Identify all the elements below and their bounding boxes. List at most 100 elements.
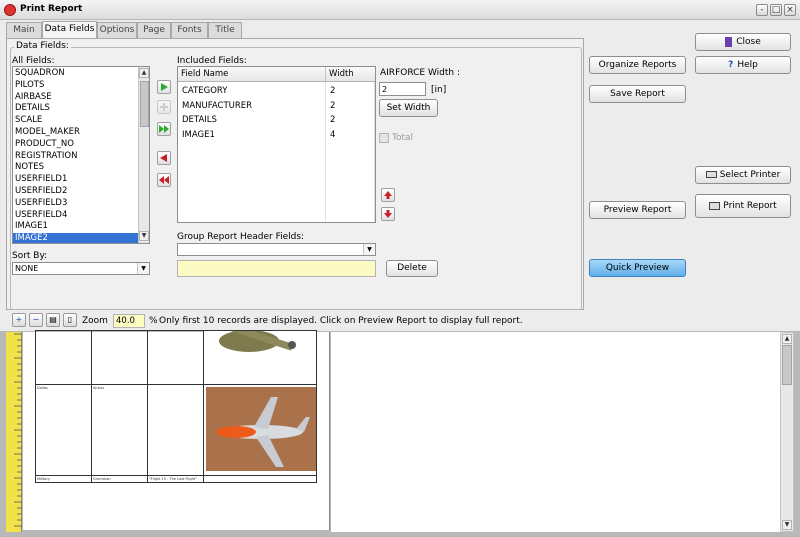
preview-cell <box>91 384 148 476</box>
list-item[interactable]: USERFIELD2 <box>13 186 138 198</box>
add-field-button[interactable] <box>157 80 171 94</box>
field-width-input[interactable]: 2 <box>379 82 426 96</box>
zoom-input[interactable]: 40.0 <box>113 314 145 328</box>
arrow-right-icon <box>161 83 168 91</box>
list-item[interactable]: USERFIELD4 <box>13 210 138 222</box>
zoom-in-icon[interactable]: + <box>12 313 26 327</box>
table-cell-field-name[interactable]: DETAILS <box>178 113 325 127</box>
delete-button[interactable]: Delete <box>386 260 438 277</box>
list-item[interactable]: USERFIELD3 <box>13 198 138 210</box>
width-unit-label: [in] <box>431 85 447 95</box>
scroll-up-icon[interactable]: ▲ <box>782 334 792 344</box>
select-printer-button[interactable]: Select Printer <box>695 166 791 184</box>
set-width-button[interactable]: Set Width <box>379 99 438 117</box>
preview-cell <box>91 330 148 385</box>
close-button[interactable]: Close <box>695 33 791 51</box>
fit-width-icon[interactable]: ▤ <box>46 313 60 327</box>
total-checkbox[interactable] <box>379 133 389 143</box>
scroll-thumb[interactable] <box>140 81 149 127</box>
arrow-left-icon <box>160 154 167 162</box>
sort-by-dropdown[interactable]: NONE ▼ <box>12 262 150 275</box>
all-fields-scrollbar[interactable]: ▲ ▼ <box>138 67 149 243</box>
preview-cell <box>203 475 317 483</box>
remove-all-fields-button[interactable] <box>157 173 171 187</box>
list-item[interactable]: PRODUCT_NO <box>13 139 138 151</box>
list-item[interactable]: SCALE <box>13 115 138 127</box>
close-label: Close <box>736 37 761 47</box>
preview-cell <box>35 330 92 385</box>
preview-text: Dallas <box>37 386 48 390</box>
column-header-width[interactable]: Width <box>326 67 375 82</box>
tab-options[interactable]: Options <box>97 22 137 38</box>
move-down-button[interactable] <box>381 207 395 221</box>
double-arrow-left-icon <box>159 176 169 184</box>
tab-data-fields[interactable]: Data Fields <box>42 21 97 39</box>
column-header-field-name[interactable]: Field Name <box>178 67 326 82</box>
list-item[interactable]: USERFIELD1 <box>13 174 138 186</box>
list-item[interactable]: MODEL_MAKER <box>13 127 138 139</box>
list-item[interactable]: SQUADRON <box>13 68 138 80</box>
fit-page-icon[interactable]: ▯ <box>63 313 77 327</box>
close-window-button[interactable]: × <box>784 4 796 16</box>
window-title: Print Report <box>20 4 83 14</box>
printer-icon <box>709 201 721 210</box>
scroll-thumb[interactable] <box>782 345 792 385</box>
preview-cell <box>147 384 204 476</box>
field-width-label: AIRFORCE Width : <box>380 68 461 78</box>
zoom-out-icon[interactable]: − <box>29 313 43 327</box>
tab-main[interactable]: Main <box>6 22 42 38</box>
door-icon <box>725 36 733 47</box>
table-cell-width[interactable]: 4 <box>326 128 374 142</box>
table-cell-field-name[interactable]: CATEGORY <box>178 84 325 98</box>
all-fields-label: All Fields: <box>12 56 55 66</box>
print-report-button[interactable]: Print Report <box>695 194 791 218</box>
arrow-up-icon <box>384 191 392 199</box>
title-bar: Print Report - □ × <box>0 0 800 20</box>
tab-title[interactable]: Title <box>208 22 242 38</box>
airplane-photo-icon <box>206 387 316 471</box>
save-report-button[interactable]: Save Report <box>589 85 686 103</box>
preview-text: Military <box>37 477 50 481</box>
list-item[interactable]: IMAGE2 <box>13 233 138 243</box>
move-up-button[interactable] <box>381 188 395 202</box>
scroll-up-icon[interactable]: ▲ <box>139 68 149 78</box>
list-item[interactable]: DETAILS <box>13 103 138 115</box>
double-arrow-right-icon <box>159 125 169 133</box>
table-cell-width[interactable]: 2 <box>326 84 374 98</box>
list-item[interactable]: NOTES <box>13 162 138 174</box>
included-fields-table[interactable]: Field Name Width CATEGORY 2 MANUFACTURER 2 D… <box>177 66 376 223</box>
maximize-button[interactable]: □ <box>770 4 782 16</box>
list-item[interactable]: AIRBASE <box>13 92 138 104</box>
scroll-down-icon[interactable]: ▼ <box>782 520 792 530</box>
help-button[interactable]: ? Help <box>695 56 791 74</box>
preview-report-button[interactable]: Preview Report <box>589 201 686 219</box>
table-cell-field-name[interactable]: IMAGE1 <box>178 128 325 142</box>
quick-preview-button[interactable]: Quick Preview <box>589 259 686 277</box>
preview-text: Airbus <box>93 386 105 390</box>
add-group-field-button[interactable] <box>157 100 171 114</box>
add-all-fields-button[interactable] <box>157 122 171 136</box>
all-fields-list[interactable]: SQUADRON PILOTS AIRBASE DETAILS SCALE MODEL_M… <box>12 66 150 244</box>
table-cell-field-name[interactable]: MANUFACTURER <box>178 99 325 113</box>
table-cell-width[interactable]: 2 <box>326 99 374 113</box>
minimize-button[interactable]: - <box>756 4 768 16</box>
tab-fonts[interactable]: Fonts <box>171 22 208 38</box>
table-cell-width[interactable]: 2 <box>326 113 374 127</box>
preview-scrollbar[interactable]: ▲ ▼ <box>780 332 794 532</box>
tab-page[interactable]: Page <box>137 22 171 38</box>
organize-reports-button[interactable]: Organize Reports <box>589 56 686 74</box>
arrow-down-icon <box>384 210 392 218</box>
group-header-dropdown[interactable]: ▼ <box>177 243 376 256</box>
list-item[interactable]: PILOTS <box>13 80 138 92</box>
remove-field-button[interactable] <box>157 151 171 165</box>
zoom-percent: % <box>149 316 158 326</box>
total-label: Total <box>392 133 414 143</box>
data-fields-group-label: Data Fields: <box>14 41 71 51</box>
zoom-label: Zoom <box>82 316 108 326</box>
preview-cell <box>35 384 92 476</box>
list-item[interactable]: IMAGE1 <box>13 221 138 233</box>
printer-icon <box>705 171 717 178</box>
list-item[interactable]: REGISTRATION <box>13 151 138 163</box>
scroll-down-icon[interactable]: ▼ <box>139 231 149 241</box>
group-header-input[interactable] <box>177 260 376 277</box>
